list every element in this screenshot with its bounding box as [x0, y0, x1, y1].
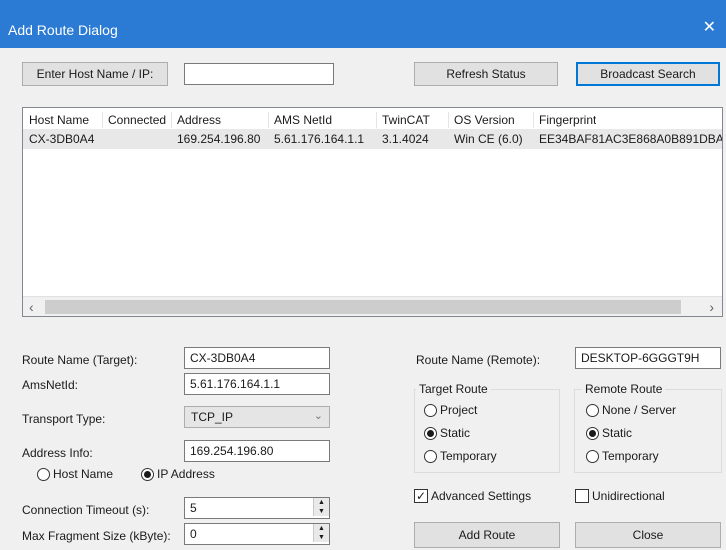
close-button[interactable]: Close	[575, 522, 721, 548]
column-address[interactable]: Address	[177, 113, 221, 127]
remote-route-temporary[interactable]: Temporary	[586, 449, 659, 463]
route-name-target-input[interactable]	[184, 347, 330, 369]
target-route-title: Target Route	[416, 382, 491, 396]
cell-twincat: 3.1.4024	[382, 132, 429, 146]
target-route-static[interactable]: Static	[424, 426, 470, 440]
scroll-right-icon[interactable]: ›	[709, 299, 714, 315]
transport-type-select[interactable]: TCP_IP ⌄	[184, 406, 330, 428]
route-name-remote-input[interactable]	[575, 347, 721, 369]
spin-icon[interactable]: ▲ ▼	[313, 498, 329, 516]
horizontal-scrollbar[interactable]: ‹ ›	[23, 296, 722, 316]
amsnetid-input[interactable]	[184, 373, 330, 395]
target-route-temporary-label: Temporary	[440, 449, 497, 463]
radio-icon	[424, 449, 437, 463]
radio-checked-icon	[141, 467, 154, 481]
radio-ip-address[interactable]: IP Address	[141, 467, 215, 481]
radio-icon	[586, 403, 599, 417]
cell-fingerprint: EE34BAF81AC3E868A0B891DBAE	[539, 132, 722, 146]
remote-route-none-server[interactable]: None / Server	[586, 403, 676, 417]
address-info-label: Address Info:	[22, 446, 93, 460]
column-twincat[interactable]: TwinCAT	[382, 113, 430, 127]
advanced-settings-checkbox[interactable]: ✓ Advanced Settings	[414, 489, 531, 503]
target-route-project[interactable]: Project	[424, 403, 477, 417]
radio-icon	[586, 449, 599, 463]
remote-route-none-server-label: None / Server	[602, 403, 677, 417]
table-row[interactable]: CX-3DB0A4 169.254.196.80 5.61.176.164.1.…	[23, 129, 722, 149]
refresh-status-button[interactable]: Refresh Status	[414, 62, 558, 86]
scroll-thumb[interactable]	[45, 300, 681, 314]
amsnetid-label: AmsNetId:	[22, 378, 79, 392]
remote-route-static-label: Static	[602, 426, 633, 440]
cell-address: 169.254.196.80	[177, 132, 261, 146]
radio-host-name-label: Host Name	[53, 467, 114, 481]
add-route-button[interactable]: Add Route	[414, 522, 560, 548]
column-os-version[interactable]: OS Version	[454, 113, 515, 127]
target-route-project-label: Project	[440, 403, 478, 417]
chevron-down-icon: ⌄	[313, 410, 323, 422]
checkbox-empty-icon	[575, 489, 589, 503]
radio-checked-icon	[424, 426, 437, 440]
max-fragment-label: Max Fragment Size (kByte):	[22, 529, 171, 543]
unidirectional-checkbox[interactable]: Unidirectional	[575, 489, 665, 503]
column-fingerprint[interactable]: Fingerprint	[539, 113, 596, 127]
target-route-temporary[interactable]: Temporary	[424, 449, 497, 463]
radio-icon	[424, 403, 437, 417]
cell-ams-netid: 5.61.176.164.1.1	[274, 132, 365, 146]
remote-route-title: Remote Route	[582, 382, 666, 396]
column-host-name[interactable]: Host Name	[29, 113, 89, 127]
connection-timeout-label: Connection Timeout (s):	[22, 503, 150, 517]
broadcast-search-button[interactable]: Broadcast Search	[576, 62, 720, 86]
scroll-left-icon[interactable]: ‹	[29, 299, 34, 315]
route-name-remote-label: Route Name (Remote):	[416, 353, 541, 367]
checkmark-icon: ✓	[414, 489, 428, 503]
connection-timeout-input[interactable]	[184, 497, 330, 519]
list-header: Host Name Connected Address AMS NetId Tw…	[23, 110, 722, 130]
transport-type-value: TCP_IP	[191, 410, 234, 424]
remote-route-static[interactable]: Static	[586, 426, 632, 440]
radio-icon	[37, 467, 50, 481]
address-info-input[interactable]	[184, 440, 330, 462]
cell-os-version: Win CE (6.0)	[454, 132, 523, 146]
spin-icon[interactable]: ▲ ▼	[313, 524, 329, 542]
connection-timeout-stepper[interactable]: ▲▼	[184, 497, 330, 519]
max-fragment-input[interactable]	[184, 523, 330, 545]
window-title: Add Route Dialog	[8, 22, 118, 38]
radio-checked-icon	[586, 426, 599, 440]
column-ams-netid[interactable]: AMS NetId	[274, 113, 332, 127]
radio-host-name[interactable]: Host Name	[37, 467, 113, 481]
close-icon[interactable]: ✕	[703, 20, 716, 36]
cell-host-name: CX-3DB0A4	[29, 132, 95, 146]
host-input[interactable]	[184, 63, 334, 85]
title-bar: Add Route Dialog ✕	[0, 0, 726, 48]
max-fragment-stepper[interactable]: ▲▼	[184, 523, 330, 545]
remote-route-temporary-label: Temporary	[602, 449, 659, 463]
unidirectional-label: Unidirectional	[592, 489, 665, 503]
route-list[interactable]: Host Name Connected Address AMS NetId Tw…	[22, 107, 723, 317]
advanced-settings-label: Advanced Settings	[431, 489, 532, 503]
route-name-target-label: Route Name (Target):	[22, 353, 138, 367]
transport-type-label: Transport Type:	[22, 412, 106, 426]
radio-ip-address-label: IP Address	[157, 467, 215, 481]
target-route-static-label: Static	[440, 426, 471, 440]
column-connected[interactable]: Connected	[108, 113, 166, 127]
enter-host-button[interactable]: Enter Host Name / IP:	[22, 62, 168, 86]
